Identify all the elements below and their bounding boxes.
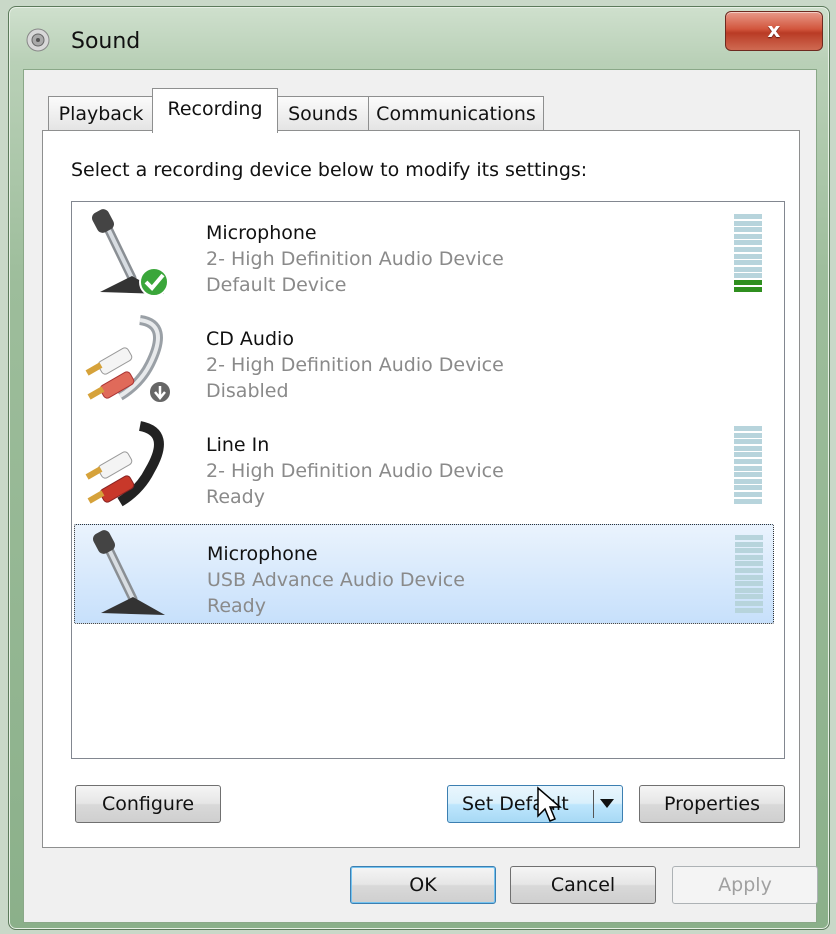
- device-name: Line In: [206, 434, 270, 456]
- device-item-cd-audio[interactable]: CD Audio 2- High Definition Audio Device…: [74, 310, 774, 410]
- device-description: USB Advance Audio Device: [207, 569, 465, 591]
- ok-button[interactable]: OK: [350, 866, 496, 904]
- mouse-cursor-icon: [537, 786, 562, 822]
- device-description: 2- High Definition Audio Device: [206, 354, 504, 376]
- check-badge-icon: [139, 267, 169, 297]
- instruction-text: Select a recording device below to modif…: [71, 159, 588, 181]
- device-item-microphone-default[interactable]: Microphone 2- High Definition Audio Devi…: [74, 204, 774, 304]
- microphone-icon: [92, 209, 169, 297]
- device-list[interactable]: Microphone 2- High Definition Audio Devi…: [71, 201, 785, 759]
- tab-playback[interactable]: Playback: [48, 96, 154, 132]
- split-separator: [593, 790, 594, 818]
- device-item-usb-microphone[interactable]: Microphone USB Advance Audio Device Read…: [74, 524, 774, 624]
- close-icon: x: [767, 18, 781, 42]
- device-status: Ready: [206, 486, 265, 508]
- tab-recording[interactable]: Recording: [152, 88, 278, 133]
- cancel-button[interactable]: Cancel: [510, 866, 656, 904]
- level-meter: [734, 426, 762, 508]
- dialog-client: Playback Recording Sounds Communications…: [23, 69, 818, 923]
- tab-communications[interactable]: Communications: [368, 96, 544, 132]
- device-description: 2- High Definition Audio Device: [206, 248, 504, 270]
- device-status: Ready: [207, 595, 266, 617]
- properties-button[interactable]: Properties: [639, 785, 785, 823]
- configure-button[interactable]: Configure: [75, 785, 221, 823]
- disabled-badge-icon: [148, 380, 172, 404]
- device-name: CD Audio: [206, 328, 294, 350]
- speaker-icon: [26, 28, 50, 52]
- level-meter: [734, 214, 762, 296]
- device-status: Default Device: [206, 274, 347, 296]
- device-name: Microphone: [207, 543, 318, 565]
- sound-dialog: Sound x Playback Recording Sounds Commun…: [8, 6, 830, 930]
- device-status: Disabled: [206, 380, 289, 402]
- close-button[interactable]: x: [725, 11, 823, 51]
- device-item-line-in[interactable]: Line In 2- High Definition Audio Device …: [74, 416, 774, 516]
- rca-cable-black-icon: [85, 421, 164, 507]
- level-meter: [735, 535, 763, 617]
- device-description: 2- High Definition Audio Device: [206, 460, 504, 482]
- microphone-icon: [93, 530, 165, 615]
- rca-cable-white-icon: [85, 315, 172, 404]
- title-bar: Sound x: [9, 7, 829, 69]
- window-title: Sound: [71, 29, 141, 54]
- apply-button[interactable]: Apply: [672, 866, 818, 904]
- set-default-button[interactable]: Set Default: [447, 785, 623, 823]
- device-name: Microphone: [206, 222, 317, 244]
- chevron-down-icon[interactable]: [600, 799, 614, 808]
- tab-sounds[interactable]: Sounds: [276, 96, 370, 132]
- recording-panel: Select a recording device below to modif…: [42, 130, 800, 848]
